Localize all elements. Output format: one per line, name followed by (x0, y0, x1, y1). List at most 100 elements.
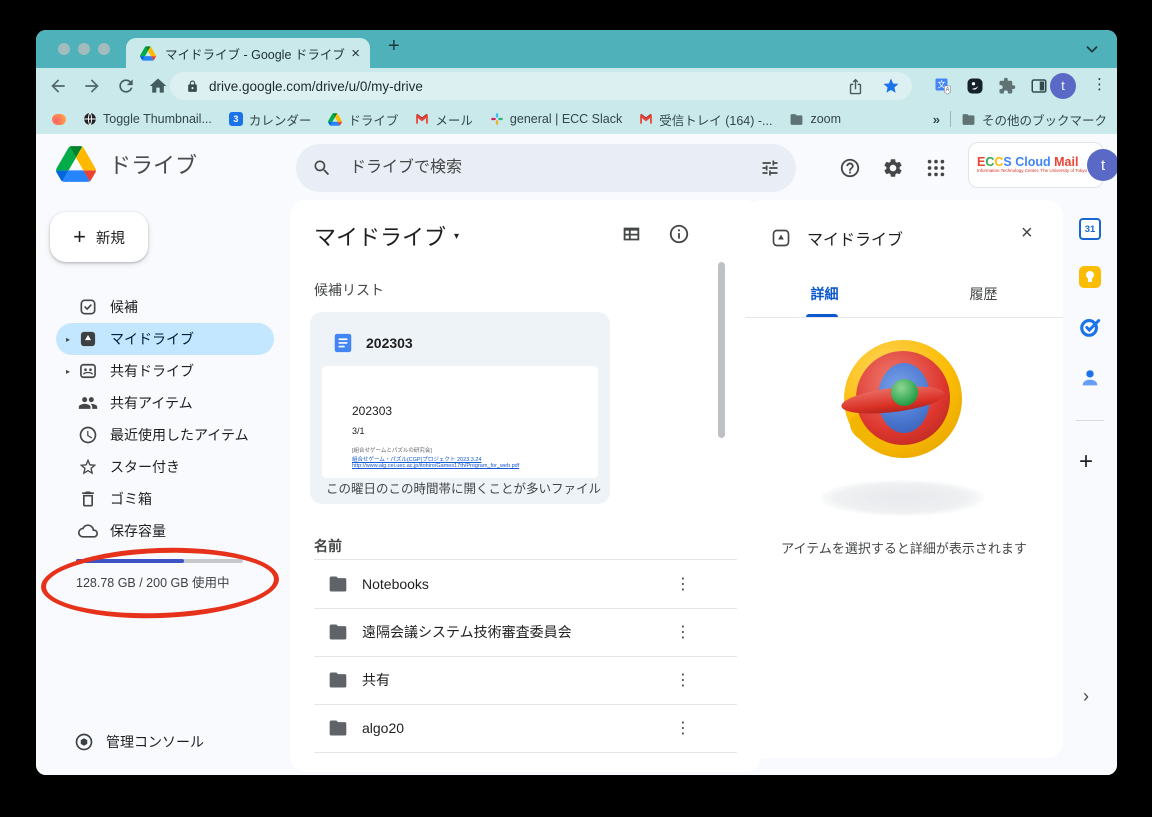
info-icon[interactable] (668, 223, 690, 245)
new-button[interactable]: + 新規 (50, 212, 148, 262)
bookmark-item[interactable]: general | ECC Slack (490, 112, 622, 126)
star-icon (78, 457, 98, 477)
bookmarks-overflow-icon[interactable]: » (933, 112, 940, 127)
tab-details[interactable]: 詳細 (745, 276, 904, 312)
suggested-file-name: 202303 (366, 335, 413, 351)
tab-history[interactable]: 履歴 (904, 276, 1063, 312)
file-row[interactable]: algo20 ⋮ (290, 704, 761, 752)
sidebar-item-shared-with-me[interactable]: 共有アイテム (56, 387, 274, 419)
slack-icon (490, 112, 504, 126)
bookmark-item[interactable]: 受信トレイ (164) -... (639, 110, 772, 129)
details-title: マイドライブ (807, 226, 903, 250)
browser-tab[interactable]: マイドライブ - Google ドライブ × (126, 38, 370, 68)
my-drive-title-button[interactable]: マイドライブ ▾ (314, 220, 459, 252)
drive-logo[interactable]: ドライブ (56, 146, 197, 182)
row-menu-icon[interactable]: ⋮ (675, 670, 691, 690)
drive-logo-icon (56, 146, 96, 182)
sidebar-item-storage[interactable]: 保存容量 (56, 515, 274, 547)
file-row[interactable]: 共有 ⋮ (290, 656, 761, 704)
annotation-red-ellipse (40, 544, 280, 622)
share-icon[interactable] (847, 78, 864, 95)
divider (950, 111, 951, 127)
folder-icon (328, 718, 348, 738)
divider (1076, 420, 1104, 421)
home-icon[interactable] (148, 76, 168, 96)
back-icon[interactable] (48, 76, 68, 96)
cloud-icon (78, 521, 98, 541)
search-options-icon[interactable] (760, 158, 780, 178)
tab-title: マイドライブ - Google ドライブ (165, 44, 351, 63)
other-bookmarks-button[interactable]: その他のブックマーク (961, 110, 1107, 129)
side-panel-icon[interactable] (1030, 77, 1048, 95)
browser-menu-icon[interactable]: ⋮ (1092, 75, 1107, 93)
window-control-dot[interactable] (78, 43, 90, 55)
bookmark-item[interactable]: 3 カレンダー (229, 110, 312, 129)
tasks-app-icon[interactable] (1079, 316, 1101, 338)
translate-extension-icon[interactable]: 文A (934, 77, 952, 95)
reload-icon[interactable] (116, 76, 136, 96)
profile-avatar[interactable]: t (1050, 73, 1076, 99)
list-header-name[interactable]: 名前 (314, 536, 342, 556)
admin-console-link[interactable]: 管理コンソール (74, 732, 204, 752)
sidebar-item-recent[interactable]: 最近使用したアイテム (56, 419, 274, 451)
sidebar-item-starred[interactable]: スター付き (56, 451, 274, 483)
window-control-dot[interactable] (58, 43, 70, 55)
calendar-app-icon[interactable]: 31 (1079, 218, 1101, 240)
search-bar[interactable] (296, 144, 796, 192)
contacts-app-icon[interactable] (1079, 367, 1101, 389)
my-drive-outline-icon (771, 228, 791, 248)
divider (745, 317, 1063, 318)
apps-grid-icon[interactable] (925, 157, 947, 179)
dark-extension-icon[interactable] (966, 77, 984, 95)
tab-strip: マイドライブ - Google ドライブ × + (36, 30, 1117, 68)
folder-icon (789, 113, 804, 126)
bookmark-item[interactable]: ドライブ (328, 110, 398, 129)
extensions-puzzle-icon[interactable] (998, 77, 1016, 95)
sidebar-item-suggested[interactable]: 候補 (56, 291, 274, 323)
globe-icon (83, 112, 97, 126)
bookmark-item[interactable]: zoom (789, 112, 841, 126)
row-menu-icon[interactable]: ⋮ (675, 718, 691, 738)
sidebar-item-my-drive[interactable]: ▸ マイドライブ (56, 323, 274, 355)
scrollbar-thumb[interactable] (718, 262, 725, 438)
address-bar[interactable]: drive.google.com/drive/u/0/my-drive (170, 72, 912, 100)
collapse-panel-chevron-icon[interactable]: › (1083, 686, 1089, 707)
bookmark-star-icon[interactable] (882, 77, 900, 95)
browser-toolbar: drive.google.com/drive/u/0/my-drive 文A t… (36, 68, 1117, 104)
empty-state-text: アイテムを選択すると詳細が表示されます (745, 538, 1063, 557)
file-preview-thumbnail: 202303 3/1 [組合せゲームとパズルの研究会] 組合せゲーム・パズル(C… (322, 366, 598, 478)
dropdown-icon: ▾ (454, 231, 459, 242)
file-row[interactable]: Notebooks ⋮ (290, 560, 761, 608)
folder-icon (328, 574, 348, 594)
shared-drives-icon (78, 361, 98, 381)
docs-file-icon (332, 332, 354, 354)
suggested-file-card[interactable]: 202303 202303 3/1 [組合せゲームとパズルの研究会] 組合せゲー… (310, 312, 610, 504)
forward-icon[interactable] (82, 76, 102, 96)
suggestion-reason: この曜日のこの時間帯に開くことが多いファイル (326, 478, 601, 497)
sidebar-item-shared-drives[interactable]: ▸ 共有ドライブ (56, 355, 274, 387)
file-row[interactable]: 遠隔会議システム技術審査委員会 ⋮ (290, 608, 761, 656)
tab-close-icon[interactable]: × (351, 45, 360, 62)
bookmark-item[interactable]: メール (415, 110, 473, 129)
close-icon[interactable]: × (1021, 222, 1033, 245)
cloud-bookmark-icon[interactable] (52, 114, 66, 125)
help-icon[interactable] (839, 157, 861, 179)
new-tab-icon[interactable]: + (388, 35, 400, 58)
add-app-icon[interactable]: + (1079, 448, 1093, 476)
window-control-dot[interactable] (98, 43, 110, 55)
tab-search-chevron-icon[interactable] (1083, 40, 1101, 58)
row-menu-icon[interactable]: ⋮ (675, 574, 691, 594)
sidebar-item-trash[interactable]: ゴミ箱 (56, 483, 274, 515)
shared-people-icon (78, 393, 98, 413)
calendar-icon: 3 (229, 112, 243, 126)
expand-icon[interactable]: ▸ (60, 367, 76, 376)
divider (314, 752, 737, 753)
grid-view-icon[interactable] (620, 223, 642, 245)
keep-app-icon[interactable] (1079, 266, 1101, 288)
clock-icon (78, 425, 98, 445)
settings-gear-icon[interactable] (882, 157, 904, 179)
bookmark-item[interactable]: Toggle Thumbnail... (83, 112, 212, 126)
row-menu-icon[interactable]: ⋮ (675, 622, 691, 642)
expand-icon[interactable]: ▸ (60, 335, 76, 344)
search-input[interactable] (348, 158, 760, 178)
